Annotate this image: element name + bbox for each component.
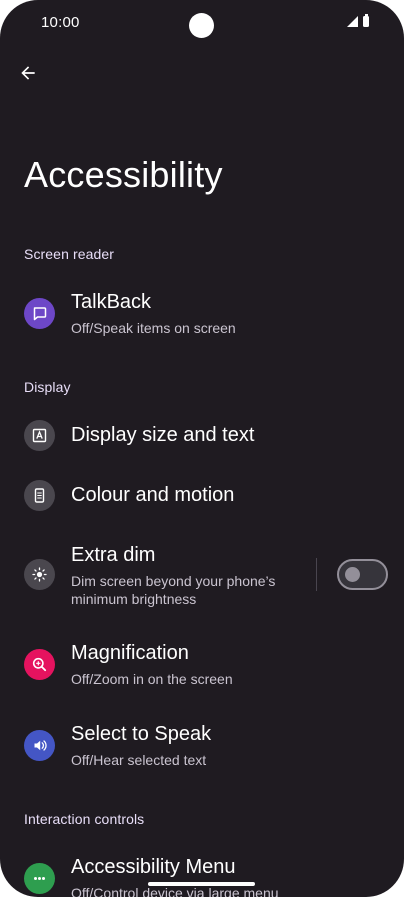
extra-dim-icon-badge bbox=[24, 559, 55, 590]
select-to-speak-summary: Off/Hear selected text bbox=[71, 752, 207, 768]
extra-dim-title: Extra dim bbox=[71, 544, 156, 566]
extra-dim-summary-line1: Dim screen beyond your phone’s bbox=[71, 573, 276, 589]
status-time: 10:00 bbox=[41, 14, 80, 31]
display-size-title: Display size and text bbox=[71, 424, 255, 446]
accessibility-menu-icon-badge bbox=[24, 863, 55, 894]
colour-motion-item[interactable]: Colour and motion bbox=[0, 470, 404, 522]
accessibility-menu-item[interactable]: Accessibility Menu Off/Control device vi… bbox=[0, 848, 404, 897]
extra-dim-divider bbox=[316, 558, 317, 591]
select-to-speak-title: Select to Speak bbox=[71, 723, 212, 745]
phone-screen: 10:00 Accessibility Screen reader TalkBa… bbox=[0, 0, 404, 897]
phone-screen-icon bbox=[24, 480, 55, 511]
text-format-icon bbox=[24, 420, 55, 451]
colour-motion-icon-badge bbox=[24, 480, 55, 511]
brightness-icon bbox=[24, 559, 55, 590]
status-bar: 10:00 bbox=[0, 0, 404, 46]
display-size-icon-badge bbox=[24, 420, 55, 451]
extra-dim-toggle[interactable] bbox=[337, 559, 388, 590]
accessibility-menu-title: Accessibility Menu bbox=[71, 856, 236, 878]
magnification-title: Magnification bbox=[71, 642, 189, 664]
select-to-speak-icon-badge bbox=[24, 730, 55, 761]
page-title: Accessibility bbox=[24, 154, 223, 195]
magnification-item[interactable]: Magnification Off/Zoom in on the screen bbox=[0, 634, 404, 700]
more-dots-icon bbox=[24, 863, 55, 894]
arrow-back-icon bbox=[21, 66, 35, 80]
display-size-item[interactable]: Display size and text bbox=[0, 410, 404, 462]
zoom-in-icon bbox=[24, 649, 55, 680]
section-header-display: Display bbox=[24, 379, 71, 395]
battery-icon bbox=[363, 14, 369, 27]
camera-cutout bbox=[189, 13, 214, 38]
magnification-summary: Off/Zoom in on the screen bbox=[71, 671, 233, 687]
extra-dim-summary-line2: minimum brightness bbox=[71, 591, 197, 607]
extra-dim-toggle-thumb bbox=[345, 567, 360, 582]
chat-bubble-icon bbox=[24, 298, 55, 329]
magnification-icon-badge bbox=[24, 649, 55, 680]
talkback-icon-badge bbox=[24, 298, 55, 329]
talkback-summary: Off/Speak items on screen bbox=[71, 320, 236, 336]
section-header-screen-reader: Screen reader bbox=[24, 246, 115, 262]
back-button[interactable] bbox=[12, 57, 44, 89]
extra-dim-item[interactable]: Extra dim Dim screen beyond your phone’s… bbox=[0, 536, 300, 612]
select-to-speak-item[interactable]: Select to Speak Off/Hear selected text bbox=[0, 715, 404, 781]
colour-motion-title: Colour and motion bbox=[71, 484, 235, 506]
speaker-icon bbox=[24, 730, 55, 761]
navigation-handle[interactable] bbox=[148, 882, 255, 886]
section-header-interaction-controls: Interaction controls bbox=[24, 811, 145, 827]
status-icons bbox=[347, 14, 369, 27]
talkback-item[interactable]: TalkBack Off/Speak items on screen bbox=[0, 284, 404, 350]
talkback-title: TalkBack bbox=[71, 291, 152, 313]
signal-icon bbox=[347, 16, 358, 27]
talkback-icon-circle bbox=[24, 298, 55, 329]
